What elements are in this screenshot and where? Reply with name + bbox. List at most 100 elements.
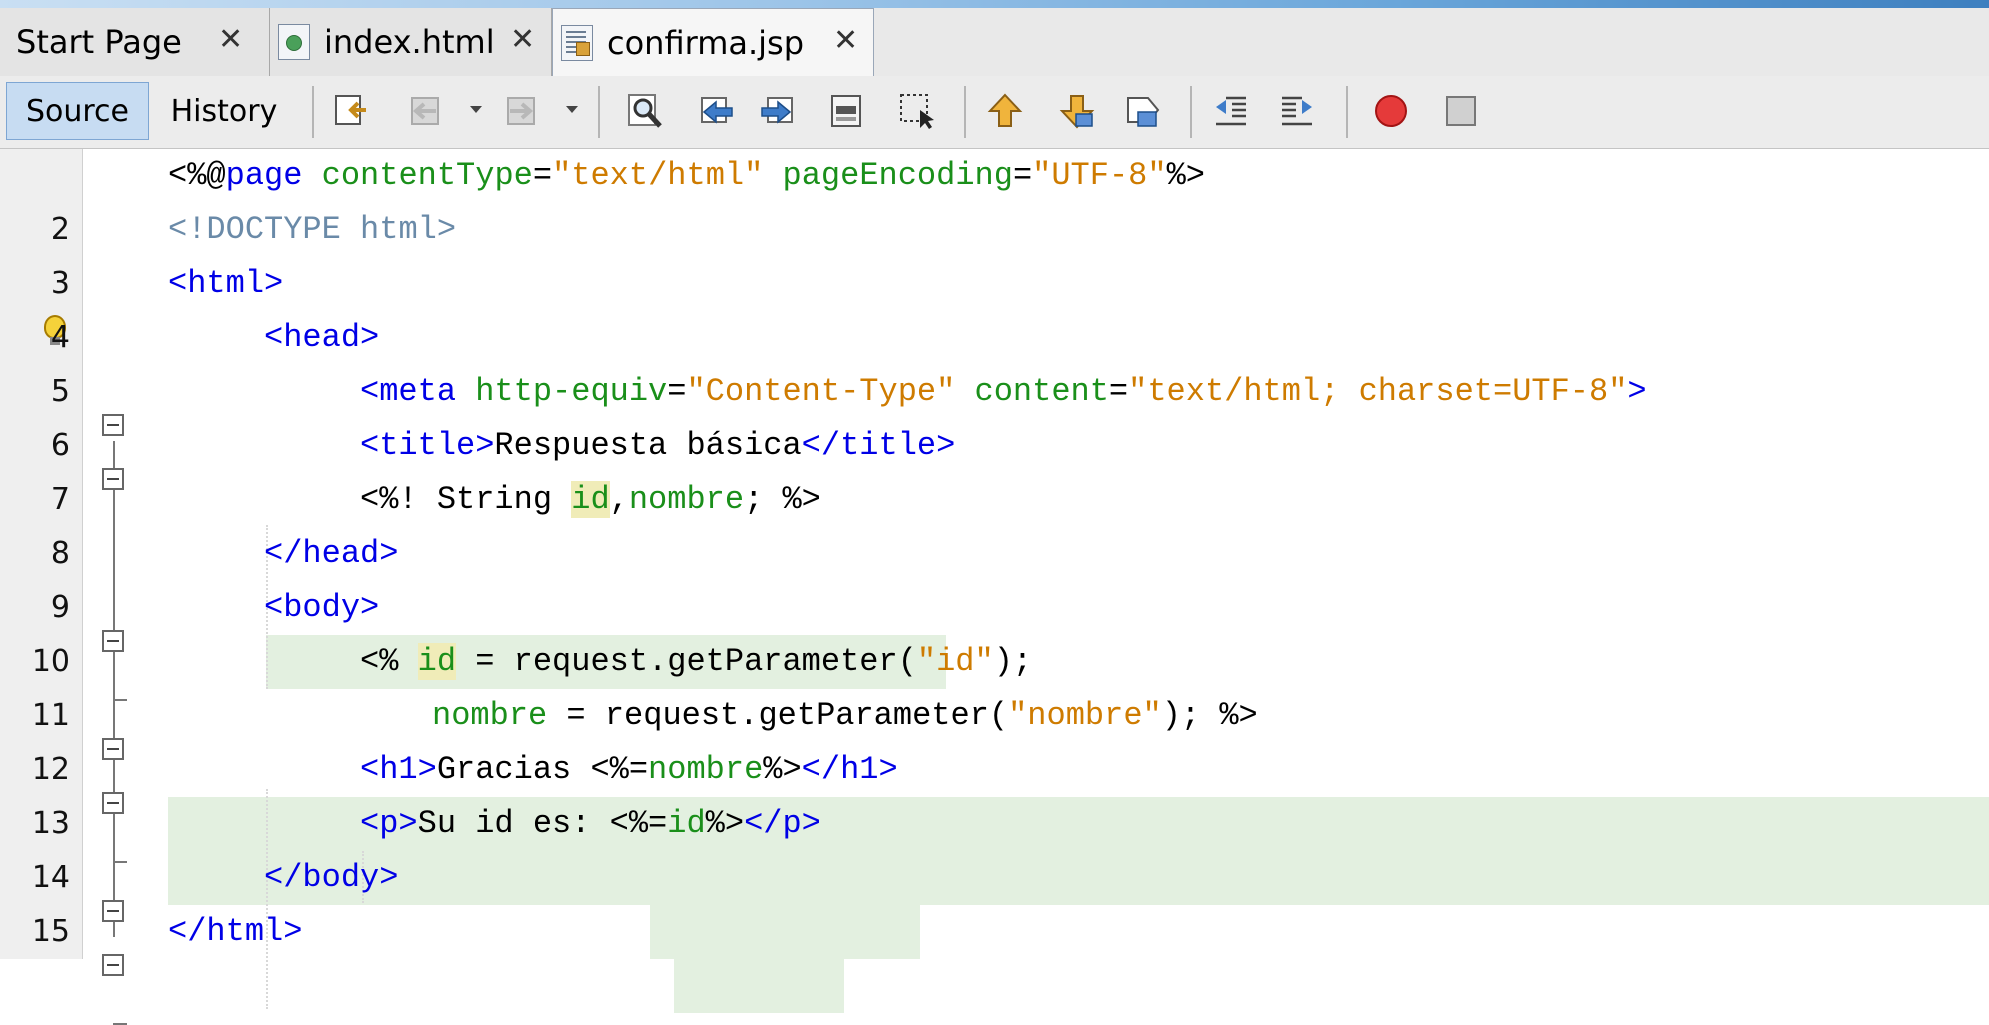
doctype: <!DOCTYPE html> bbox=[168, 211, 457, 248]
code-text: <html> bbox=[168, 257, 283, 311]
code-line: 4 <head> bbox=[0, 311, 1989, 365]
code-line: <%@page contentType="text/html" pageEnco… bbox=[0, 149, 1989, 203]
variable-nombre: nombre bbox=[628, 481, 745, 518]
jsp-expression-open: <%= bbox=[609, 805, 668, 842]
toggle-bookmark-icon[interactable] bbox=[1124, 92, 1162, 130]
attribute-name: pageEncoding bbox=[763, 157, 1013, 194]
html-tag: </html> bbox=[168, 913, 303, 950]
toggle-highlight-icon[interactable] bbox=[898, 92, 936, 130]
line-number: 2 bbox=[50, 212, 70, 247]
next-bookmark-icon[interactable] bbox=[1058, 92, 1096, 130]
line-number: 7 bbox=[50, 482, 70, 517]
tab-start-page[interactable]: Start Page ✕ bbox=[0, 8, 270, 76]
close-icon[interactable]: ✕ bbox=[218, 22, 243, 57]
line-number: 13 bbox=[31, 806, 70, 841]
jsp-declaration: <%! String bbox=[360, 481, 572, 518]
java-code: ); bbox=[993, 643, 1033, 680]
shift-right-icon[interactable] bbox=[1278, 92, 1316, 130]
code-text: <% id = request.getParameter("id"); bbox=[360, 635, 1032, 689]
tab-label: index.html bbox=[324, 23, 495, 61]
jsp-declaration-close: ; %> bbox=[744, 481, 821, 518]
html-tag: </body> bbox=[264, 859, 399, 896]
shift-left-icon[interactable] bbox=[1212, 92, 1250, 130]
html-tag: </title> bbox=[801, 427, 956, 464]
line-number: 9 bbox=[50, 590, 70, 625]
attribute-value: "text/html" bbox=[552, 157, 764, 194]
code-text: <title>Respuesta básica</title> bbox=[360, 419, 955, 473]
html-tag: <p> bbox=[360, 805, 418, 842]
text-content: Respuesta básica bbox=[494, 427, 802, 464]
code-line: 13 <p>Su id es: <%=id%></p> bbox=[0, 797, 1989, 851]
back-icon[interactable] bbox=[406, 92, 444, 130]
variable-nombre: nombre bbox=[432, 697, 548, 734]
equals-sign: = bbox=[1108, 373, 1129, 410]
back-dropdown-icon[interactable] bbox=[470, 106, 482, 113]
code-text: </head> bbox=[264, 527, 398, 581]
code-text: <%! String id,nombre; %> bbox=[360, 473, 821, 527]
previous-bookmark-icon[interactable] bbox=[986, 92, 1024, 130]
variable-id: id bbox=[667, 805, 706, 842]
html-tag: <h1> bbox=[360, 751, 437, 788]
close-icon[interactable]: ✕ bbox=[833, 23, 858, 58]
code-text: <head> bbox=[264, 311, 379, 365]
forward-icon[interactable] bbox=[502, 92, 540, 130]
last-edit-icon[interactable] bbox=[332, 92, 370, 130]
jsp-expression-open: <%= bbox=[590, 751, 649, 788]
attribute-name: contentType bbox=[302, 157, 533, 194]
line-number: 12 bbox=[31, 752, 70, 787]
html-tag: > bbox=[1627, 373, 1647, 410]
html-tag: <html> bbox=[168, 265, 284, 302]
equals-sign: = bbox=[532, 157, 553, 194]
html-tag: <head> bbox=[264, 319, 380, 356]
code-line: 10 <% id = request.getParameter("id"); bbox=[0, 635, 1989, 689]
find-next-icon[interactable] bbox=[758, 92, 796, 130]
attribute-value: "text/html; charset=UTF-8" bbox=[1128, 373, 1628, 410]
start-macro-icon[interactable] bbox=[1372, 92, 1410, 130]
string-literal: "nombre" bbox=[1008, 697, 1162, 734]
code-line: 12 <h1>Gracias <%=nombre%></h1> bbox=[0, 743, 1989, 797]
html-tag: <meta bbox=[360, 373, 457, 410]
code-line: 15 </html> bbox=[0, 905, 1989, 959]
tab-confirma-jsp[interactable]: confirma.jsp ✕ bbox=[552, 8, 874, 77]
variable-id: id bbox=[571, 481, 610, 518]
code-line: 3 <html> bbox=[0, 257, 1989, 311]
directive-keyword: page bbox=[225, 157, 303, 194]
code-line: 7 <%! String id,nombre; %> bbox=[0, 473, 1989, 527]
equals-sign: = bbox=[667, 373, 687, 410]
forward-dropdown-icon[interactable] bbox=[566, 106, 578, 113]
close-icon[interactable]: ✕ bbox=[510, 22, 535, 57]
string-literal: "id" bbox=[916, 643, 994, 680]
code-text: <h1>Gracias <%=nombre%></h1> bbox=[360, 743, 898, 797]
source-button[interactable]: Source bbox=[6, 82, 149, 140]
code-line: 14 </body> bbox=[0, 851, 1989, 905]
code-text: <%@page contentType="text/html" pageEnco… bbox=[168, 149, 1205, 203]
line-number: 8 bbox=[50, 536, 70, 571]
code-text: <!DOCTYPE html> bbox=[168, 203, 456, 257]
code-text: <p>Su id es: <%=id%></p> bbox=[360, 797, 821, 851]
html-tag: <body> bbox=[264, 589, 380, 626]
code-editor[interactable]: <%@page contentType="text/html" pageEnco… bbox=[0, 149, 1989, 1025]
toolbar-separator bbox=[1190, 86, 1192, 138]
variable-nombre: nombre bbox=[648, 751, 764, 788]
jsp-directive-close: %> bbox=[1166, 157, 1205, 194]
line-number: 3 bbox=[50, 266, 70, 301]
tab-index-html[interactable]: index.html ✕ bbox=[270, 8, 552, 76]
find-selection-icon[interactable] bbox=[828, 92, 866, 130]
history-button[interactable]: History bbox=[156, 82, 292, 140]
attribute-value: "Content-Type" bbox=[686, 373, 956, 410]
jsp-scriptlet-close: ); %> bbox=[1161, 697, 1258, 734]
java-code: = request.getParameter( bbox=[547, 697, 1009, 734]
stop-macro-icon[interactable] bbox=[1442, 92, 1480, 130]
attribute-name: content bbox=[955, 373, 1109, 410]
html-file-icon bbox=[278, 24, 310, 60]
find-icon[interactable] bbox=[626, 92, 664, 130]
line-number: 11 bbox=[31, 698, 70, 733]
jsp-expression-close: %> bbox=[705, 805, 745, 842]
html-tag: </h1> bbox=[801, 751, 898, 788]
find-previous-icon[interactable] bbox=[698, 92, 736, 130]
jsp-expression-highlight bbox=[674, 959, 844, 1013]
equals-sign: = bbox=[1012, 157, 1033, 194]
line-number: 6 bbox=[50, 428, 70, 463]
html-tag: <title> bbox=[360, 427, 495, 464]
jsp-expression-close: %> bbox=[763, 751, 802, 788]
